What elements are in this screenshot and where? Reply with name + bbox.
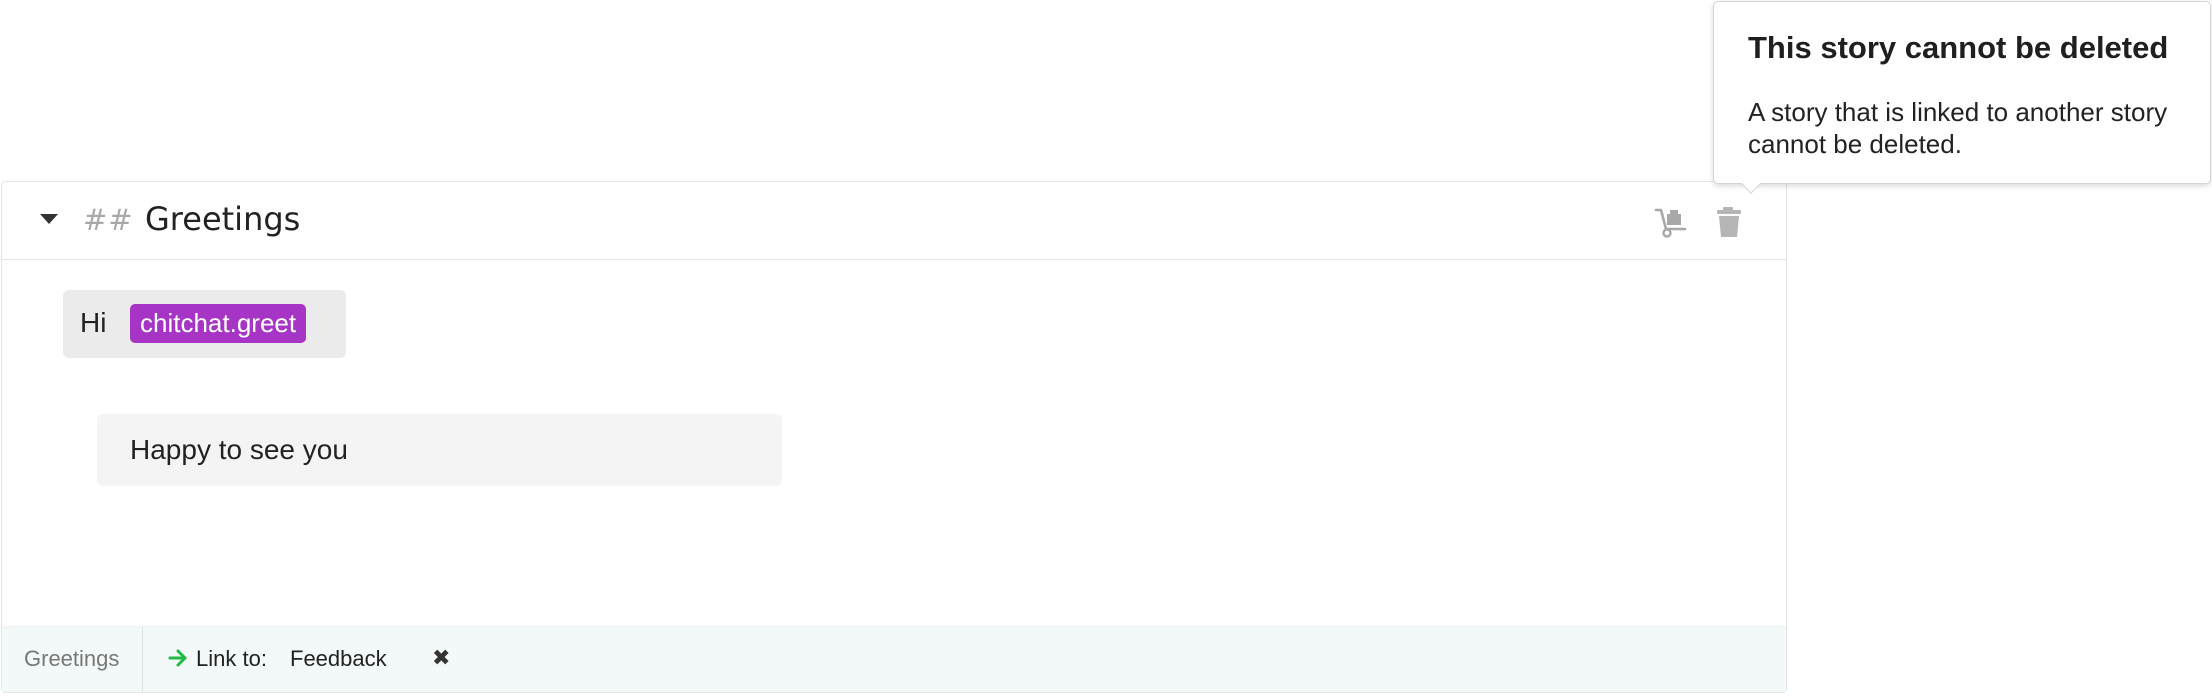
remove-link-icon[interactable]: ✖ xyxy=(432,647,450,671)
story-header: ## Greetings xyxy=(2,182,1786,260)
bot-response[interactable]: Happy to see you xyxy=(97,414,782,486)
arrow-right-icon xyxy=(167,647,189,669)
intent-tag[interactable]: chitchat.greet xyxy=(130,304,307,343)
delete-warning-popup: This story cannot be deleted A story tha… xyxy=(1713,1,2211,184)
bot-response-text[interactable]: Happy to see you xyxy=(130,434,348,466)
hand-truck-icon[interactable] xyxy=(1653,204,1689,240)
caret-down-icon[interactable] xyxy=(40,214,58,224)
heading-marker: ## xyxy=(83,203,134,237)
story-footer: Greetings Link to: Feedback ✖ xyxy=(2,626,1786,693)
popup-title: This story cannot be deleted xyxy=(1748,30,2169,65)
link-target-dropdown[interactable]: Feedback xyxy=(290,646,387,672)
utterance-text[interactable]: Hi xyxy=(80,307,106,339)
story-title[interactable]: Greetings xyxy=(145,200,300,238)
link-label: Link to: xyxy=(196,646,267,671)
popup-body: A story that is linked to another story … xyxy=(1748,97,2168,159)
user-utterance[interactable]: Hi chitchat.greet xyxy=(63,290,346,358)
story-card: ## Greetings Hi chitchat.greet Happy to … xyxy=(1,181,1787,693)
footer-story-name: Greetings xyxy=(24,646,120,671)
trash-icon[interactable] xyxy=(1712,204,1748,240)
footer-divider xyxy=(142,627,143,693)
